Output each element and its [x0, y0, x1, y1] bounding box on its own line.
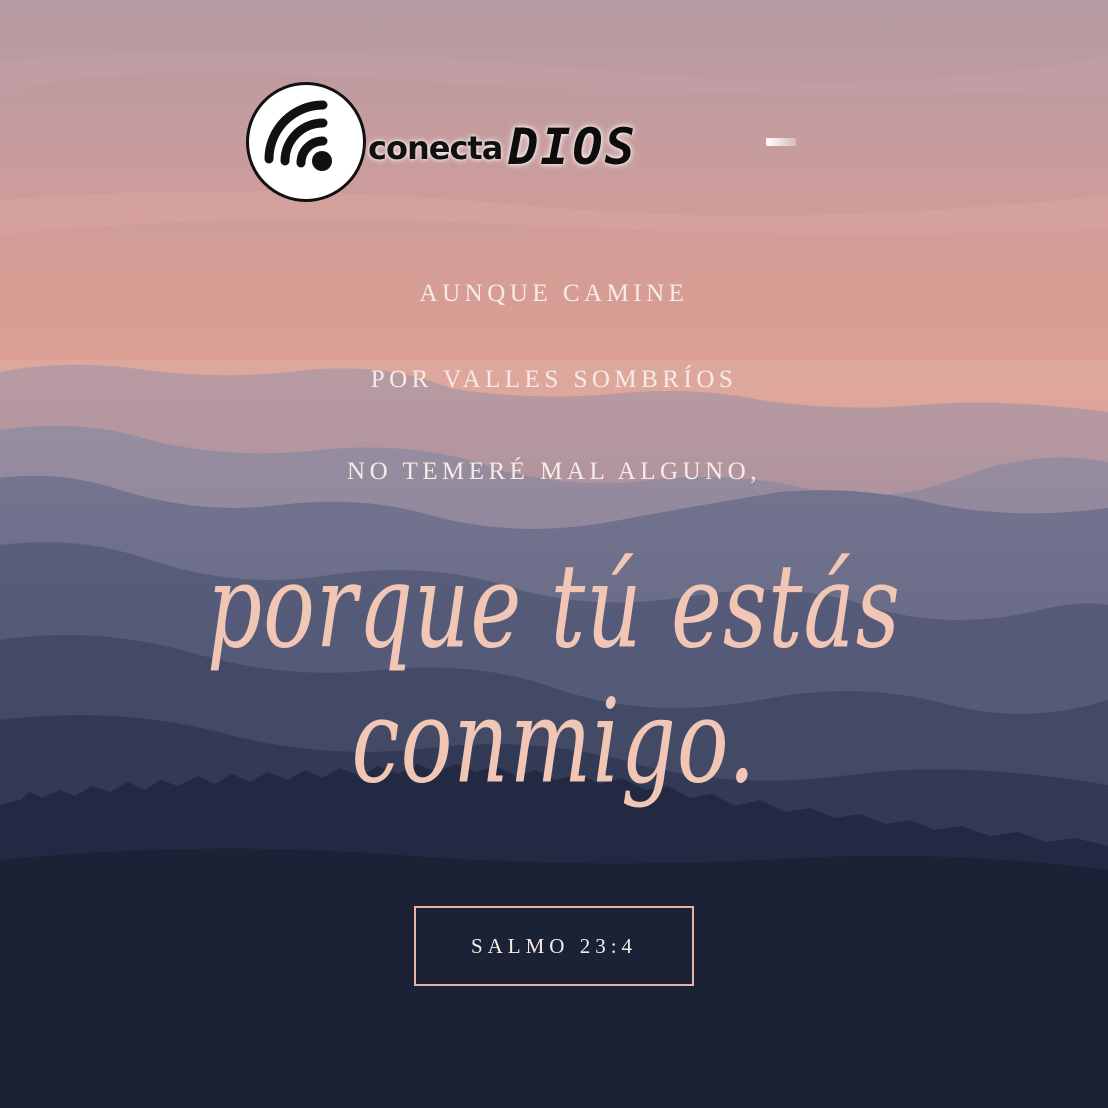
wifi-signal-icon — [246, 82, 366, 202]
verse-image: conecta DIOS AUNQUE CAMINE POR VALLES SO… — [0, 0, 1108, 1108]
logo-wordmark: conecta DIOS — [368, 118, 637, 172]
verse-reference-box: SALMO 23:4 — [414, 906, 694, 986]
verse-line-2: POR VALLES SOMBRÍOS — [370, 366, 738, 393]
logo-word-conecta: conecta — [368, 129, 503, 167]
verse-script-line: porque tú estás conmigo. — [207, 540, 901, 810]
logo-word-dios: DIOS — [508, 118, 637, 176]
conectadios-logo: conecta DIOS — [246, 82, 806, 206]
verse-reference: SALMO 23:4 — [470, 933, 638, 958]
logo-dash — [766, 138, 796, 146]
verse-line-3: NO TEMERÉ MAL ALGUNO, — [347, 458, 761, 485]
verse-line-1: AUNQUE CAMINE — [419, 280, 689, 307]
